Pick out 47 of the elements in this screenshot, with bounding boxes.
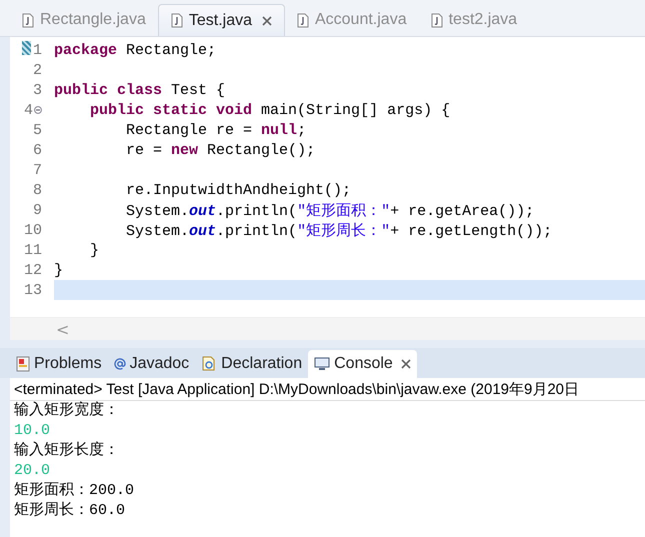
problems-icon [16,356,30,372]
declaration-icon [201,356,218,372]
code-line: } [89,242,100,258]
close-icon[interactable] [400,359,411,369]
line-number: 3 [32,82,42,98]
line-number: 10 [24,222,42,238]
collapse-icon[interactable] [34,106,42,114]
code-line: public static void main(String[] args) { [89,102,450,118]
console-line: 10.0 [13,421,52,441]
console-header: <terminated> Test [Java Application] D:\MyDownloads\bin\javaw.exe (2019年9月20日 [14,380,580,398]
panel-tab[interactable]: Problems [10,350,108,378]
code-line: Rectangle re = null; [125,122,306,138]
code-line: System.out.println("矩形面积："+ re.getArea()); [125,202,534,220]
panel-tab[interactable]: Javadoc [108,350,196,378]
line-number: 6 [32,142,42,158]
code-line: System.out.println("矩形周长："+ re.getLength()); [125,222,552,240]
close-icon[interactable] [262,16,272,26]
console-line: 矩形周长：60.0 [13,501,126,521]
line-number: 8 [32,182,42,198]
java-file-icon [170,13,183,28]
line-number: 7 [32,162,42,178]
code-line: package Rectangle; [54,42,216,58]
line-number: 4 [24,102,33,118]
code-line: re = new Rectangle(); [125,142,316,158]
code-line: } [54,262,64,278]
line-number: 13 [24,282,42,298]
console-line: 矩形面积：200.0 [13,481,136,501]
bookmark-marker [22,41,31,55]
code-line: public class Test { [54,82,226,98]
editor-tab[interactable]: Test.java [158,4,285,36]
console-line: 输入矩形宽度： [13,401,120,421]
java-file-icon [22,12,34,28]
panel-tab[interactable]: Declaration [195,350,308,378]
line-number: 2 [32,62,42,78]
line-number: 12 [24,262,42,278]
console-line: 20.0 [13,461,52,481]
line-number: 5 [32,122,42,138]
line-number: 11 [24,242,42,258]
at-sign-icon [114,358,126,370]
line-number: 9 [32,202,42,218]
console-icon [314,357,330,371]
java-file-icon [296,12,309,28]
code-line: re.InputwidthAndheight(); [125,182,352,198]
panel-tab[interactable]: Console [308,350,417,378]
java-file-icon [430,12,443,28]
console-line: 输入矩形长度： [13,441,120,461]
line-number: 1 [32,42,42,58]
